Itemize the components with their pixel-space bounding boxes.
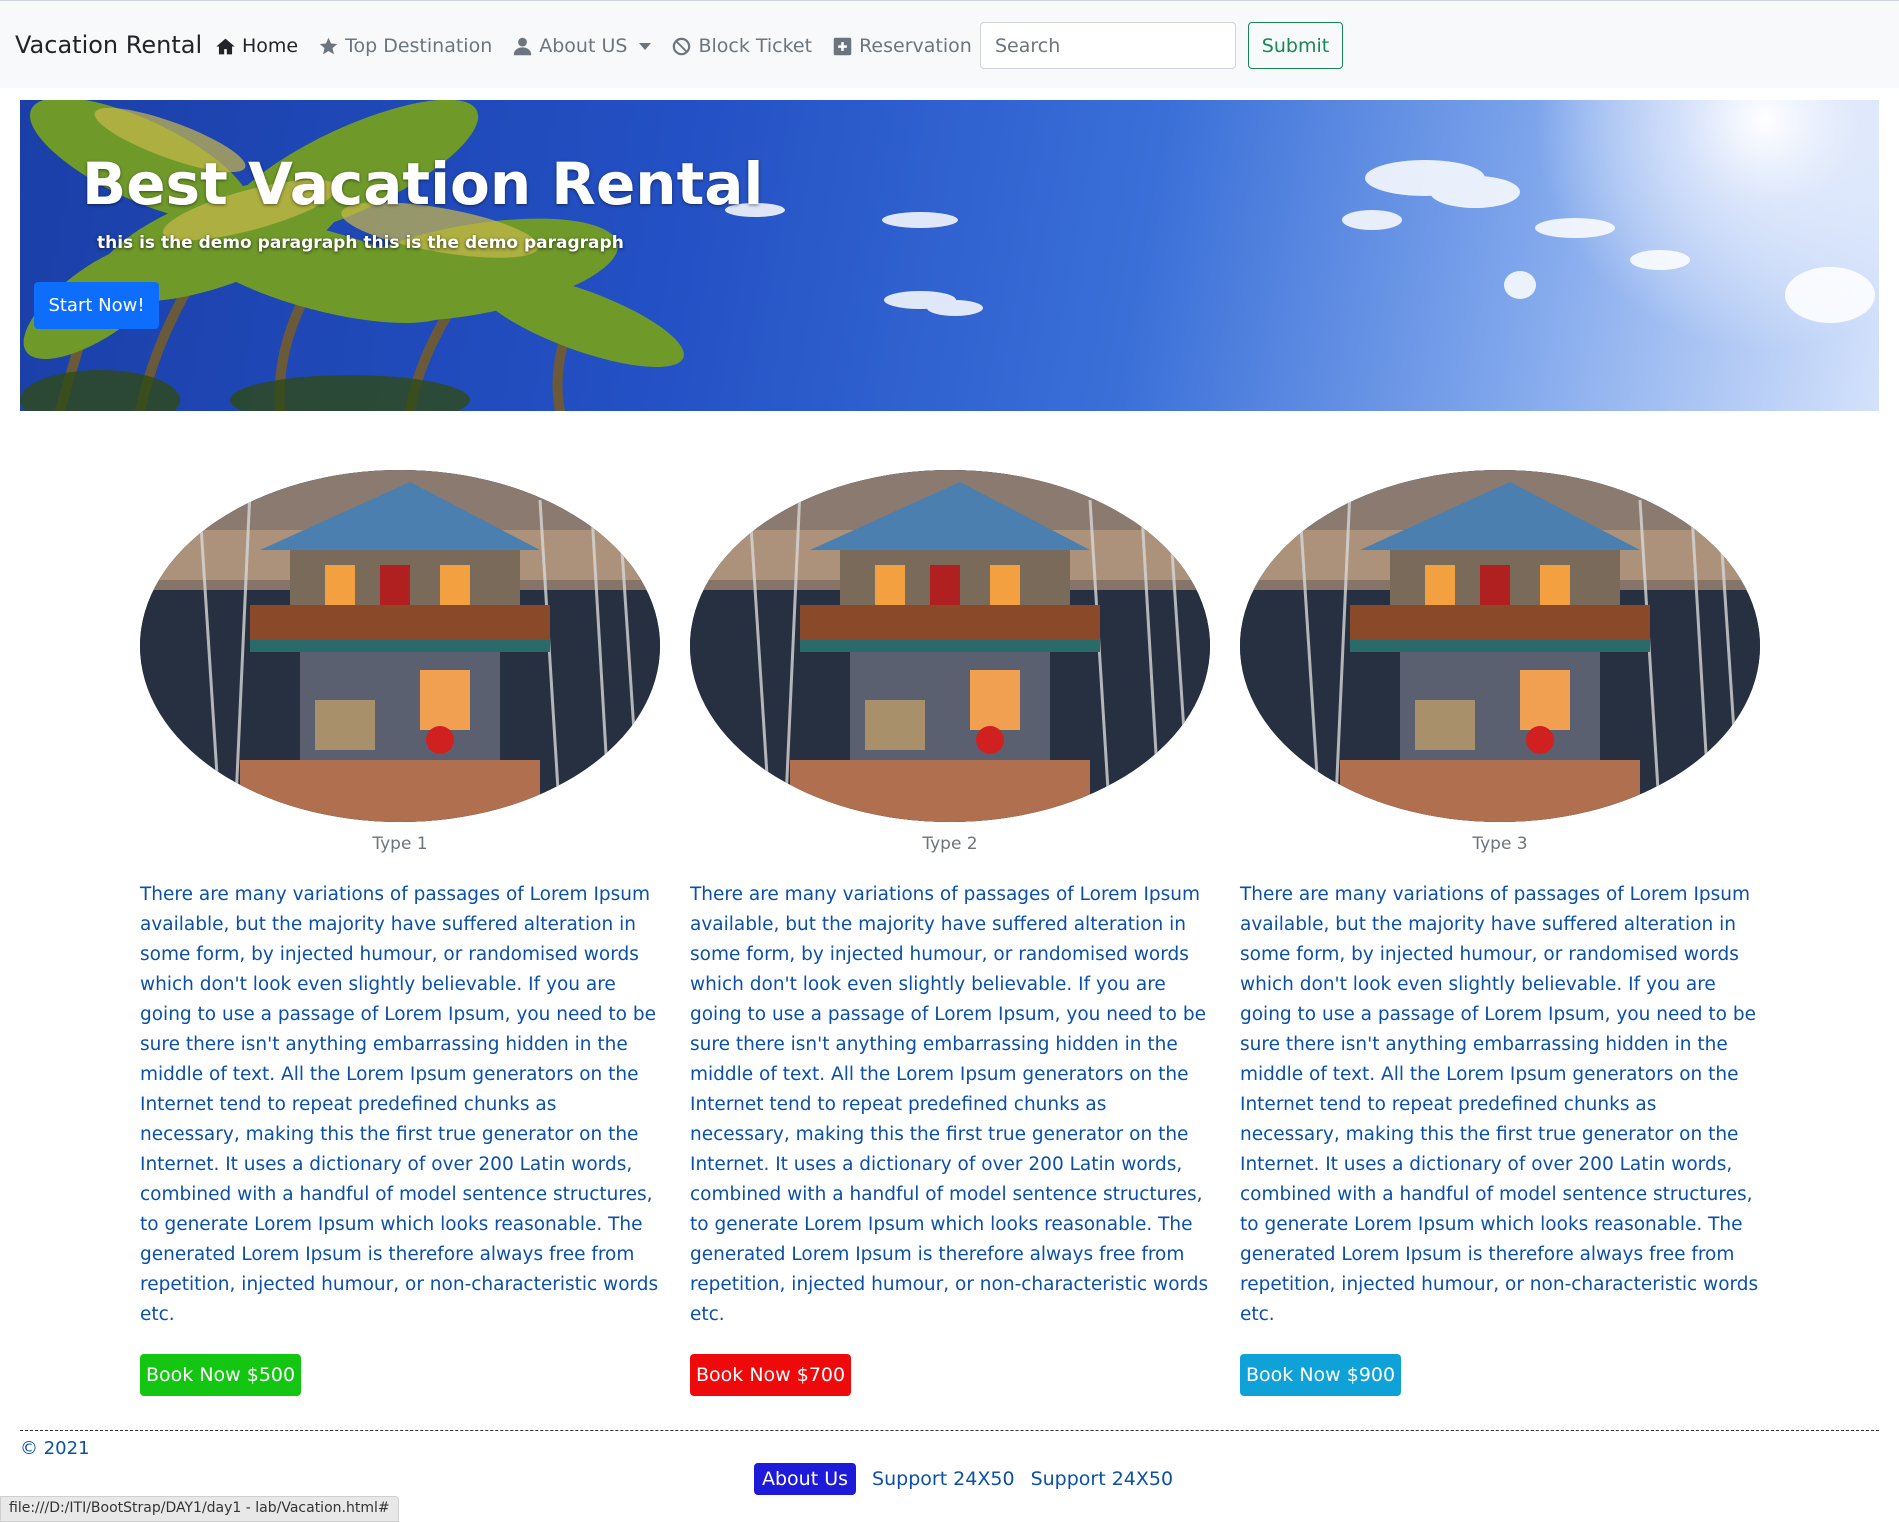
nav-home-label: Home <box>242 35 299 57</box>
card-description: There are many variations of passages of… <box>140 884 659 1325</box>
footer-about-us-link[interactable]: About Us <box>754 1463 857 1495</box>
nav-reservation[interactable]: Reservation <box>832 35 972 57</box>
nav-home[interactable]: Home <box>215 35 298 57</box>
browser-status-bar: file:///D:/ITI/BootStrap/DAY1/day1 - lab… <box>0 1496 399 1522</box>
palm-beach-image <box>20 100 1879 411</box>
card-caption: Type 2 <box>922 834 978 854</box>
nav-block-ticket[interactable]: Block Ticket <box>671 35 812 57</box>
navbar: Vacation Rental Home Top Destination Abo… <box>0 0 1899 88</box>
rental-card-2: Type 2 There are many variations of pass… <box>690 470 1210 1396</box>
footer-support-link-2[interactable]: Support 24X50 <box>1031 1468 1174 1490</box>
start-now-button[interactable]: Start Now! <box>34 282 159 329</box>
star-icon <box>319 37 338 54</box>
cabin-image <box>140 470 660 822</box>
nav-reservation-label: Reservation <box>859 35 972 57</box>
cabin-image <box>1240 470 1760 822</box>
hero-banner: Best Vacation Rental this is the demo pa… <box>20 100 1879 411</box>
card-caption: Type 1 <box>372 834 428 854</box>
nav-top-destination[interactable]: Top Destination <box>318 35 492 57</box>
brand-link[interactable]: Vacation Rental <box>15 31 202 59</box>
card-caption: Type 3 <box>1472 834 1528 854</box>
home-icon <box>216 38 235 54</box>
book-now-button-1[interactable]: Book Now $500 <box>140 1354 302 1396</box>
card-description: There are many variations of passages of… <box>1240 884 1759 1325</box>
nav-block-ticket-label: Block Ticket <box>698 35 813 57</box>
cabin-image <box>690 470 1210 822</box>
plus-square-icon <box>833 37 852 55</box>
hero-title: Best Vacation Rental <box>82 150 764 218</box>
footer-links: About Us Support 24X50 Support 24X50 <box>754 1463 1173 1495</box>
nav-top-destination-label: Top Destination <box>345 35 493 57</box>
rental-card-3: Type 3 There are many variations of pass… <box>1240 470 1760 1396</box>
copyright: © 2021 <box>20 1438 90 1459</box>
submit-button[interactable]: Submit <box>1248 22 1343 69</box>
user-icon <box>514 37 532 55</box>
book-now-button-2[interactable]: Book Now $700 <box>690 1354 852 1396</box>
hero-subtitle: this is the demo paragraph this is the d… <box>97 233 624 253</box>
nav-links: Home Top Destination About US Block Tick… <box>215 35 972 57</box>
ban-icon <box>673 37 691 55</box>
nav-about-us-dropdown[interactable]: About US <box>512 35 652 57</box>
footer-support-link-1[interactable]: Support 24X50 <box>872 1468 1015 1490</box>
footer-divider <box>20 1430 1879 1431</box>
card-description: There are many variations of passages of… <box>690 884 1209 1325</box>
rental-card-1: Type 1 There are many variations of pass… <box>140 470 660 1396</box>
nav-about-us-label: About US <box>539 35 628 57</box>
chevron-down-icon <box>639 42 652 50</box>
book-now-button-3[interactable]: Book Now $900 <box>1240 1354 1402 1396</box>
search-input[interactable] <box>980 22 1236 69</box>
